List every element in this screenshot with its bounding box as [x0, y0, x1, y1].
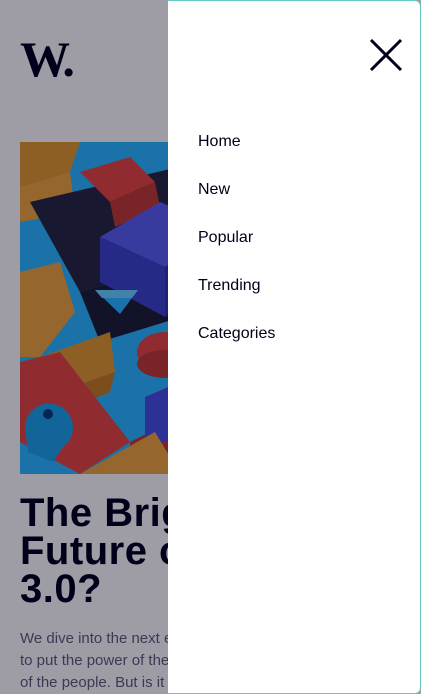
nav-item-home: Home [198, 131, 275, 179]
nav-link-home[interactable]: Home [198, 131, 241, 153]
close-icon [369, 38, 403, 72]
mobile-menu-panel: Home New Popular Trending Categories [168, 0, 421, 694]
nav-link-categories[interactable]: Categories [198, 323, 275, 345]
nav-item-categories: Categories [198, 323, 275, 371]
nav-link-popular[interactable]: Popular [198, 227, 253, 249]
close-menu-button[interactable] [368, 37, 404, 73]
mobile-nav-list: Home New Popular Trending Categories [198, 131, 275, 371]
nav-link-trending[interactable]: Trending [198, 275, 261, 297]
nav-item-new: New [198, 179, 275, 227]
nav-item-popular: Popular [198, 227, 275, 275]
nav-link-new[interactable]: New [198, 179, 230, 201]
nav-item-trending: Trending [198, 275, 275, 323]
